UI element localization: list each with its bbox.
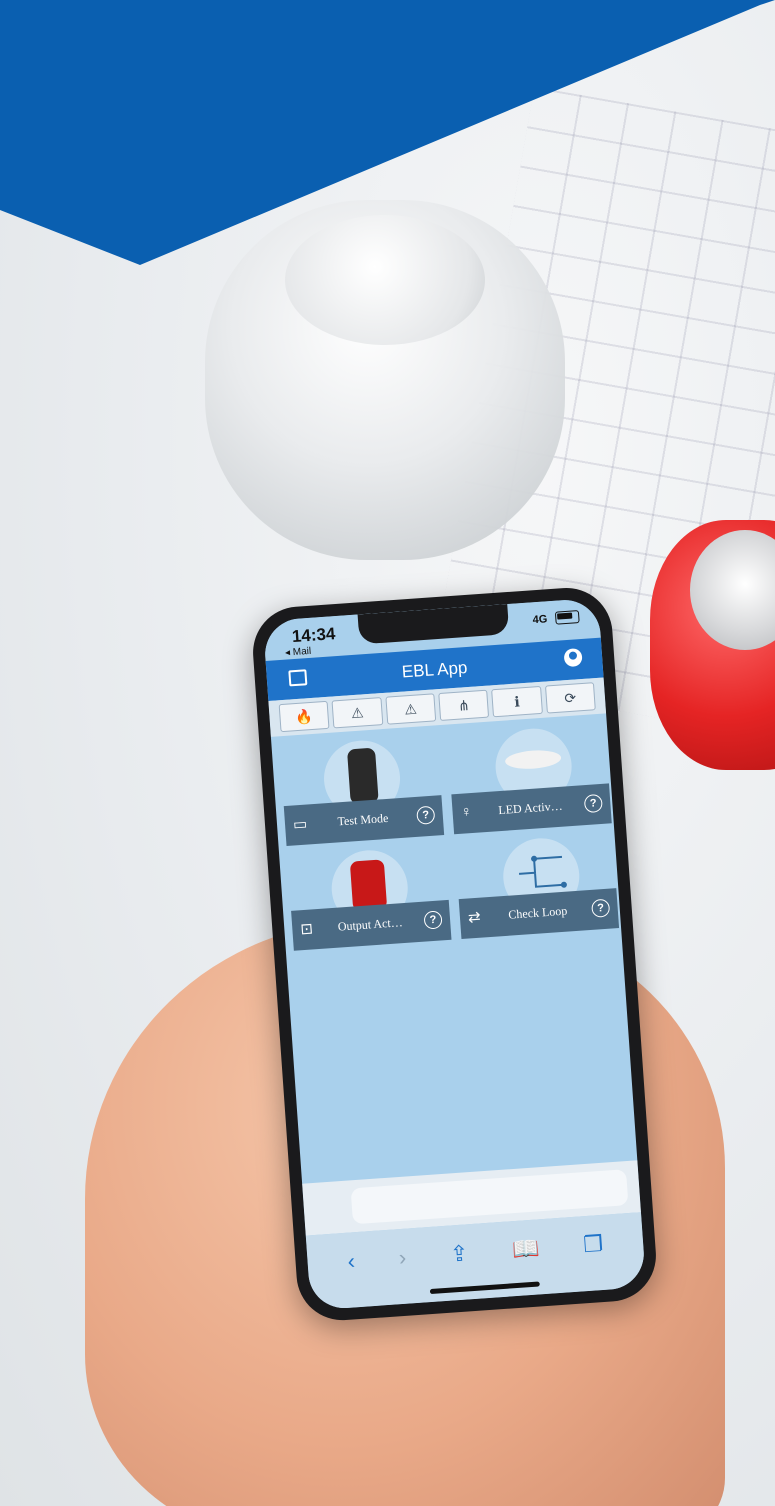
phone-screen: 14:34 ◂ Mail 4G EBL App 🔥 ⚠ ⚠ ⋔ ℹ ⟳ ▭ Te…: [262, 597, 647, 1311]
back-icon[interactable]: ‹: [347, 1248, 356, 1274]
clipboard-icon: ▭: [292, 815, 308, 834]
tabs-icon[interactable]: ❐: [582, 1230, 604, 1257]
tile-label: Check Loop: [507, 903, 568, 922]
lightbulb-icon: ♀: [460, 803, 473, 821]
help-icon[interactable]: ?: [416, 805, 436, 825]
sync-icon[interactable]: ⟳: [544, 682, 596, 714]
fire-warning-icon[interactable]: ⚠: [331, 697, 384, 729]
blue-banner: [0, 0, 775, 265]
network-icon[interactable]: ⋔: [438, 689, 490, 722]
warning-triangle-icon[interactable]: ⚠: [385, 693, 437, 725]
loop-icon: ⇄: [467, 908, 482, 927]
tile-label: Test Mode: [337, 810, 389, 829]
tile-output-activation[interactable]: ⊡ Output Act… ?: [291, 899, 452, 951]
battery-icon: [554, 610, 580, 625]
photo-background: 14:34 ◂ Mail 4G EBL App 🔥 ⚠ ⚠ ⋔ ℹ ⟳ ▭ Te…: [0, 0, 775, 1506]
help-icon[interactable]: ?: [583, 793, 603, 814]
tile-label: LED Activ…: [497, 798, 564, 818]
back-to-mail-link[interactable]: ◂ Mail: [285, 646, 312, 659]
forward-icon[interactable]: ›: [398, 1244, 407, 1270]
status-time: 14:34: [291, 624, 337, 647]
bookmarks-icon[interactable]: 📖: [511, 1235, 540, 1263]
help-icon[interactable]: ?: [423, 910, 443, 930]
tile-check-loop[interactable]: ⇄ Check Loop ?: [458, 888, 620, 940]
loop-diagram-image: [518, 855, 567, 888]
tile-test-mode[interactable]: ▭ Test Mode ?: [283, 795, 445, 847]
fire-icon[interactable]: 🔥: [278, 700, 330, 733]
output-icon: ⊡: [299, 920, 314, 939]
tile-led-activation[interactable]: ♀ LED Activ… ?: [451, 783, 612, 835]
smartphone: 14:34 ◂ Mail 4G EBL App 🔥 ⚠ ⚠ ⋔ ℹ ⟳ ▭ Te…: [250, 584, 659, 1324]
detector-image: [346, 747, 379, 805]
signal-indicator: 4G: [532, 613, 548, 627]
share-icon[interactable]: ⇪: [449, 1240, 469, 1267]
tile-label: Output Act…: [337, 915, 404, 934]
info-icon[interactable]: ℹ: [491, 685, 543, 718]
help-icon[interactable]: ?: [591, 898, 611, 918]
